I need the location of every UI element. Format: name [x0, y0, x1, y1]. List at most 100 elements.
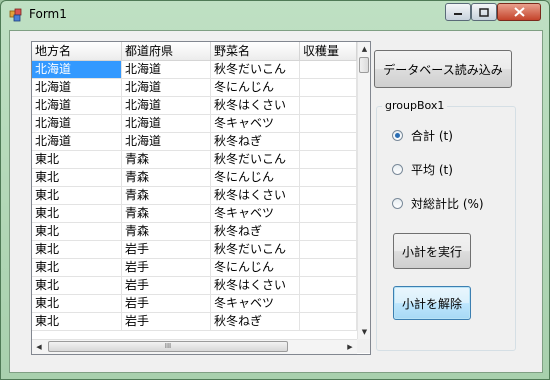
table-cell[interactable]: 北海道 — [122, 133, 211, 151]
table-cell[interactable]: 北海道 — [32, 61, 122, 79]
table-cell[interactable] — [300, 277, 357, 295]
table-cell[interactable]: 秋冬ねぎ — [211, 223, 300, 241]
table-cell[interactable] — [300, 79, 357, 97]
radio-average[interactable]: 平均 (t) — [392, 161, 453, 177]
table-cell[interactable]: 北海道 — [122, 97, 211, 115]
table-cell[interactable] — [300, 187, 357, 205]
radio-ratio[interactable]: 対総計比 (%) — [392, 195, 484, 211]
table-cell[interactable]: 秋冬ねぎ — [211, 133, 300, 151]
table-cell[interactable]: 東北 — [32, 313, 122, 331]
radio-sum[interactable]: 合計 (t) — [392, 127, 453, 143]
scroll-down-icon[interactable]: ▼ — [358, 325, 370, 339]
table-row[interactable]: 東北 青森 秋冬ねぎ — [32, 223, 357, 241]
table-cell[interactable]: 岩手 — [122, 259, 211, 277]
table-cell[interactable]: 岩手 — [122, 295, 211, 313]
table-cell[interactable]: 秋冬はくさい — [211, 187, 300, 205]
table-row[interactable]: 北海道 北海道 冬にんじん — [32, 79, 357, 97]
table-cell[interactable]: 冬にんじん — [211, 79, 300, 97]
table-cell[interactable]: 北海道 — [122, 115, 211, 133]
table-cell[interactable] — [300, 223, 357, 241]
title-bar[interactable]: Form1 — [1, 1, 549, 29]
table-cell[interactable]: 東北 — [32, 187, 122, 205]
run-subtotal-button[interactable]: 小計を実行 — [393, 233, 471, 269]
table-row[interactable]: 北海道 北海道 秋冬はくさい — [32, 97, 357, 115]
column-header[interactable]: 都道府県 — [122, 42, 211, 60]
vertical-scroll-thumb[interactable] — [359, 57, 369, 73]
table-row[interactable]: 東北 岩手 秋冬だいこん — [32, 241, 357, 259]
table-cell[interactable]: 秋冬だいこん — [211, 241, 300, 259]
table-cell[interactable]: 冬にんじん — [211, 259, 300, 277]
table-cell[interactable] — [300, 295, 357, 313]
vertical-scrollbar[interactable]: ▲ ▼ — [357, 42, 370, 339]
table-cell[interactable]: 岩手 — [122, 277, 211, 295]
table-cell[interactable]: 秋冬だいこん — [211, 61, 300, 79]
table-cell[interactable]: 北海道 — [122, 79, 211, 97]
table-cell[interactable]: 北海道 — [32, 115, 122, 133]
table-cell[interactable]: 東北 — [32, 223, 122, 241]
table-cell[interactable] — [300, 115, 357, 133]
table-cell[interactable] — [300, 133, 357, 151]
table-cell[interactable]: 北海道 — [32, 79, 122, 97]
table-cell[interactable]: 冬キャベツ — [211, 205, 300, 223]
group-box-title: groupBox1 — [382, 99, 448, 112]
table-cell[interactable] — [300, 97, 357, 115]
table-cell[interactable]: 秋冬はくさい — [211, 97, 300, 115]
column-header[interactable]: 地方名 — [32, 42, 122, 60]
minimize-button[interactable] — [445, 3, 471, 21]
table-cell[interactable]: 東北 — [32, 295, 122, 313]
table-cell[interactable]: 青森 — [122, 187, 211, 205]
table-cell[interactable]: 秋冬はくさい — [211, 277, 300, 295]
table-cell[interactable]: 東北 — [32, 205, 122, 223]
maximize-button[interactable] — [471, 3, 497, 21]
table-cell[interactable] — [300, 259, 357, 277]
table-cell[interactable]: 東北 — [32, 169, 122, 187]
table-cell[interactable]: 岩手 — [122, 241, 211, 259]
data-grid[interactable]: 地方名 都道府県 野菜名 収穫量 北海道 北海道 秋冬だいこん 北海道 北海道 冬にんじん… — [31, 41, 371, 355]
table-row[interactable]: 北海道 北海道 冬キャベツ — [32, 115, 357, 133]
table-cell[interactable] — [300, 313, 357, 331]
table-cell[interactable] — [300, 169, 357, 187]
table-cell[interactable] — [300, 241, 357, 259]
table-cell[interactable]: 北海道 — [122, 61, 211, 79]
table-cell[interactable]: 秋冬だいこん — [211, 151, 300, 169]
table-cell[interactable]: 冬キャベツ — [211, 295, 300, 313]
table-cell[interactable]: 青森 — [122, 205, 211, 223]
scroll-right-icon[interactable]: ▶ — [343, 340, 357, 354]
table-row[interactable]: 東北 岩手 冬キャベツ — [32, 295, 357, 313]
scroll-left-icon[interactable]: ◀ — [32, 340, 46, 354]
load-database-button[interactable]: データベース読み込み — [374, 50, 512, 88]
table-cell[interactable] — [300, 205, 357, 223]
table-cell[interactable]: 北海道 — [32, 133, 122, 151]
horizontal-scroll-thumb[interactable]: III — [48, 341, 288, 352]
table-row[interactable]: 東北 青森 冬にんじん — [32, 169, 357, 187]
table-row[interactable]: 東北 青森 冬キャベツ — [32, 205, 357, 223]
table-cell[interactable]: 東北 — [32, 241, 122, 259]
table-row[interactable]: 東北 岩手 秋冬ねぎ — [32, 313, 357, 331]
close-button[interactable] — [497, 3, 541, 21]
table-row[interactable]: 東北 青森 秋冬はくさい — [32, 187, 357, 205]
table-row[interactable]: 東北 岩手 冬にんじん — [32, 259, 357, 277]
table-cell[interactable] — [300, 151, 357, 169]
table-cell[interactable]: 冬にんじん — [211, 169, 300, 187]
table-cell[interactable]: 青森 — [122, 169, 211, 187]
table-row[interactable]: 東北 岩手 秋冬はくさい — [32, 277, 357, 295]
table-cell[interactable]: 東北 — [32, 277, 122, 295]
table-cell[interactable]: 北海道 — [32, 97, 122, 115]
clear-subtotal-button[interactable]: 小計を解除 — [393, 286, 471, 320]
table-cell[interactable]: 岩手 — [122, 313, 211, 331]
column-header[interactable]: 野菜名 — [211, 42, 300, 60]
table-cell[interactable]: 秋冬ねぎ — [211, 313, 300, 331]
table-cell[interactable]: 冬キャベツ — [211, 115, 300, 133]
table-cell[interactable]: 青森 — [122, 223, 211, 241]
table-row[interactable]: 東北 青森 秋冬だいこん — [32, 151, 357, 169]
table-cell[interactable]: 青森 — [122, 151, 211, 169]
column-header[interactable]: 収穫量 — [300, 42, 357, 60]
table-cell[interactable] — [300, 61, 357, 79]
table-row[interactable]: 北海道 北海道 秋冬ねぎ — [32, 133, 357, 151]
table-cell[interactable]: 東北 — [32, 259, 122, 277]
table-row[interactable]: 北海道 北海道 秋冬だいこん — [32, 61, 357, 79]
window-title: Form1 — [29, 7, 67, 21]
horizontal-scrollbar[interactable]: ◀ III ▶ — [32, 339, 357, 354]
scroll-up-icon[interactable]: ▲ — [358, 42, 370, 56]
table-cell[interactable]: 東北 — [32, 151, 122, 169]
